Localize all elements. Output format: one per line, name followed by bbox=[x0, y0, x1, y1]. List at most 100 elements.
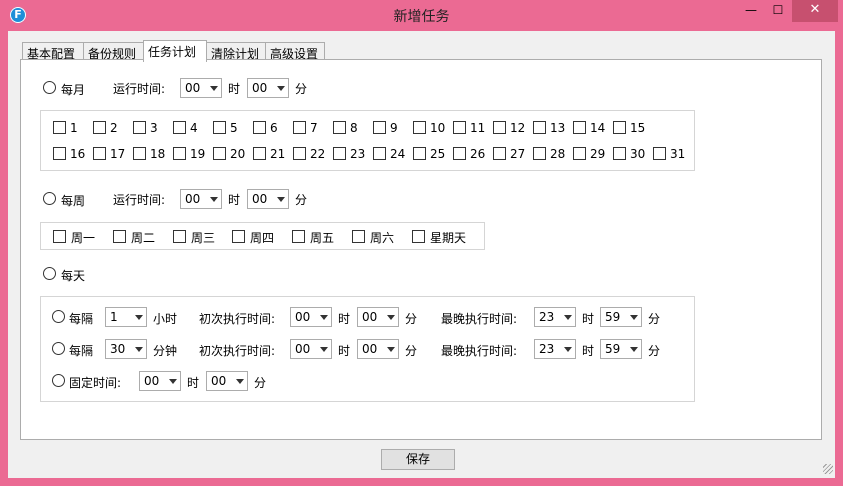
every-minutes-last-time-label: 最晚执行时间: bbox=[441, 344, 518, 358]
weekday-checkbox[interactable] bbox=[113, 230, 126, 243]
monthly-label: 每月 bbox=[61, 83, 86, 97]
weekday-label: 周二 bbox=[131, 231, 156, 245]
weekday-checkbox[interactable] bbox=[412, 230, 425, 243]
month-day-checkbox[interactable] bbox=[93, 121, 106, 134]
every-minutes-radio[interactable] bbox=[52, 342, 65, 355]
every-minutes-first-minute-unit: 分 bbox=[405, 344, 418, 358]
every-minutes-select[interactable]: 30 bbox=[105, 339, 147, 359]
month-day-label: 12 bbox=[510, 121, 526, 135]
month-day-label: 2 bbox=[110, 121, 118, 135]
month-day-label: 10 bbox=[430, 121, 446, 135]
month-day-checkbox[interactable] bbox=[493, 147, 506, 160]
every-hours-last-minute-select[interactable]: 59 bbox=[600, 307, 642, 327]
monthly-hour-select[interactable]: 00 bbox=[180, 78, 222, 98]
weekly-radio[interactable] bbox=[43, 192, 56, 205]
dialog-body: 基本配置 备份规则 任务计划 清除计划 高级设置 每月 运行时间: 00 时 0… bbox=[8, 31, 835, 478]
month-day-label: 14 bbox=[590, 121, 606, 135]
month-day-checkbox[interactable] bbox=[173, 121, 186, 134]
month-day-checkbox[interactable] bbox=[573, 121, 586, 134]
every-hours-last-time-label: 最晚执行时间: bbox=[441, 312, 518, 326]
month-day-checkbox[interactable] bbox=[413, 121, 426, 134]
fixed-hour-select[interactable]: 00 bbox=[139, 371, 181, 391]
daily-label: 每天 bbox=[61, 269, 86, 283]
month-day-checkbox[interactable] bbox=[653, 147, 666, 160]
every-minutes-last-hour-select[interactable]: 23 bbox=[534, 339, 576, 359]
month-day-checkbox[interactable] bbox=[293, 121, 306, 134]
every-hours-first-minute-select[interactable]: 00 bbox=[357, 307, 399, 327]
month-day-label: 6 bbox=[270, 121, 278, 135]
month-day-checkbox[interactable] bbox=[533, 121, 546, 134]
daily-radio[interactable] bbox=[43, 267, 56, 280]
month-day-label: 4 bbox=[190, 121, 198, 135]
month-day-checkbox[interactable] bbox=[333, 121, 346, 134]
month-day-checkbox[interactable] bbox=[333, 147, 346, 160]
every-hours-unit: 小时 bbox=[153, 312, 178, 326]
every-hours-last-minute-unit: 分 bbox=[648, 312, 661, 326]
weekly-hour-select[interactable]: 00 bbox=[180, 189, 222, 209]
weekday-checkbox[interactable] bbox=[232, 230, 245, 243]
month-day-checkbox[interactable] bbox=[253, 121, 266, 134]
monthly-radio[interactable] bbox=[43, 81, 56, 94]
save-button[interactable]: 保存 bbox=[381, 449, 455, 470]
month-day-checkbox[interactable] bbox=[373, 121, 386, 134]
month-day-checkbox[interactable] bbox=[253, 147, 266, 160]
weekday-label: 周一 bbox=[71, 231, 96, 245]
monthly-minute-unit: 分 bbox=[295, 82, 308, 96]
every-hours-first-minute-unit: 分 bbox=[405, 312, 418, 326]
month-day-label: 26 bbox=[470, 147, 486, 161]
month-day-label: 16 bbox=[70, 147, 86, 161]
every-minutes-last-minute-select[interactable]: 59 bbox=[600, 339, 642, 359]
month-day-checkbox[interactable] bbox=[53, 121, 66, 134]
month-day-checkbox[interactable] bbox=[133, 147, 146, 160]
month-day-label: 17 bbox=[110, 147, 126, 161]
month-day-checkbox[interactable] bbox=[93, 147, 106, 160]
fixed-minute-select[interactable]: 00 bbox=[206, 371, 248, 391]
month-day-checkbox[interactable] bbox=[613, 147, 626, 160]
month-day-checkbox[interactable] bbox=[213, 147, 226, 160]
every-minutes-last-minute-unit: 分 bbox=[648, 344, 661, 358]
month-day-label: 31 bbox=[670, 147, 686, 161]
month-day-checkbox[interactable] bbox=[573, 147, 586, 160]
weekday-checkbox[interactable] bbox=[352, 230, 365, 243]
every-hours-last-hour-select[interactable]: 23 bbox=[534, 307, 576, 327]
month-day-checkbox[interactable] bbox=[453, 147, 466, 160]
weekday-checkbox[interactable] bbox=[173, 230, 186, 243]
weekday-checkbox[interactable] bbox=[292, 230, 305, 243]
every-minutes-first-hour-select[interactable]: 00 bbox=[290, 339, 332, 359]
every-hours-select[interactable]: 1 bbox=[105, 307, 147, 327]
every-hours-first-hour-select[interactable]: 00 bbox=[290, 307, 332, 327]
every-hours-first-time-label: 初次执行时间: bbox=[199, 312, 276, 326]
month-day-checkbox[interactable] bbox=[413, 147, 426, 160]
maximize-button[interactable]: ☐ bbox=[765, 0, 791, 22]
month-day-checkbox[interactable] bbox=[373, 147, 386, 160]
weekly-minute-select[interactable]: 00 bbox=[247, 189, 289, 209]
month-day-label: 20 bbox=[230, 147, 246, 161]
minimize-button[interactable]: — bbox=[737, 0, 765, 22]
month-day-checkbox[interactable] bbox=[213, 121, 226, 134]
tab-task-schedule[interactable]: 任务计划 bbox=[143, 40, 207, 62]
every-minutes-last-hour-unit: 时 bbox=[582, 344, 595, 358]
month-day-checkbox[interactable] bbox=[53, 147, 66, 160]
weekday-checkbox[interactable] bbox=[53, 230, 66, 243]
month-day-checkbox[interactable] bbox=[493, 121, 506, 134]
month-day-checkbox[interactable] bbox=[293, 147, 306, 160]
month-day-checkbox[interactable] bbox=[453, 121, 466, 134]
month-day-checkbox[interactable] bbox=[173, 147, 186, 160]
fixed-time-radio[interactable] bbox=[52, 374, 65, 387]
every-hours-radio[interactable] bbox=[52, 310, 65, 323]
month-day-label: 27 bbox=[510, 147, 526, 161]
daily-options-group: 每隔 1 小时 初次执行时间: 00 时 00 分 最晚执行时间: 23 时 5… bbox=[40, 296, 695, 402]
month-day-checkbox[interactable] bbox=[133, 121, 146, 134]
resize-grip[interactable] bbox=[823, 464, 833, 474]
month-day-checkbox[interactable] bbox=[613, 121, 626, 134]
weekly-label: 每周 bbox=[61, 194, 86, 208]
close-button[interactable]: ✕ bbox=[792, 0, 838, 22]
every-minutes-first-time-label: 初次执行时间: bbox=[199, 344, 276, 358]
month-day-checkbox[interactable] bbox=[533, 147, 546, 160]
every-minutes-first-minute-select[interactable]: 00 bbox=[357, 339, 399, 359]
monthly-run-time-label: 运行时间: bbox=[113, 82, 166, 96]
monthly-minute-select[interactable]: 00 bbox=[247, 78, 289, 98]
fixed-minute-unit: 分 bbox=[254, 376, 267, 390]
month-day-label: 13 bbox=[550, 121, 566, 135]
weekday-label: 周五 bbox=[310, 231, 335, 245]
